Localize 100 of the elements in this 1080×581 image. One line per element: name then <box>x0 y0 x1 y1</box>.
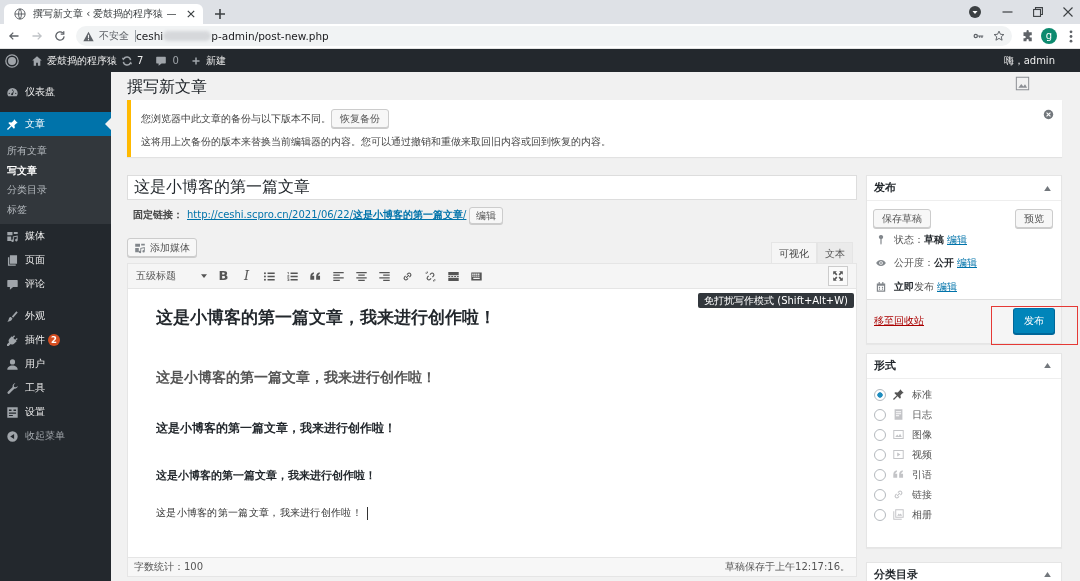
fullscreen-button[interactable] <box>828 266 848 286</box>
quote-marks-icon[interactable] <box>309 269 322 283</box>
submenu-item[interactable]: 标签 <box>0 199 111 219</box>
menu-item[interactable]: 文章 <box>0 112 111 136</box>
radio-button[interactable] <box>874 408 886 421</box>
radio-button[interactable] <box>874 448 886 461</box>
calendar-icon <box>875 280 887 293</box>
editor-tab[interactable]: 可视化 <box>771 242 817 263</box>
submenu-item[interactable]: 写文章 <box>0 160 111 180</box>
redaction-blur <box>163 31 212 41</box>
align-left-icon[interactable] <box>332 269 345 283</box>
publish-setting: 状态：草稿 <box>894 232 944 247</box>
preview-button[interactable]: 预览 <box>1015 209 1053 228</box>
editor-heading: 这是小博客的第一篇文章，我来进行创作啦！ <box>156 307 496 329</box>
speech-bubble-icon[interactable] <box>155 54 168 67</box>
star-icon[interactable] <box>993 30 1005 42</box>
collapse-menu-button[interactable]: 收起菜单 <box>0 424 111 448</box>
pin-icon <box>6 117 19 131</box>
editor-tab[interactable]: 文本 <box>817 242 853 263</box>
collapse-arrow-icon <box>6 429 19 443</box>
profile-avatar[interactable]: g <box>1041 28 1057 44</box>
edit-link[interactable]: 编辑 <box>947 232 967 247</box>
paintbrush-icon <box>6 309 19 323</box>
gauge-icon <box>6 85 19 99</box>
dropdown-icon[interactable] <box>969 6 981 18</box>
new-tab-icon[interactable] <box>214 9 225 19</box>
person-icon <box>6 357 19 371</box>
restore-icon[interactable] <box>1033 7 1043 17</box>
security-label: 不安全 <box>99 30 136 42</box>
menu-item[interactable]: 评论 <box>0 272 111 296</box>
link-icon <box>892 488 905 501</box>
radio-button[interactable] <box>874 388 886 401</box>
menu-item[interactable]: 插件 2 <box>0 328 111 352</box>
wrench-icon <box>6 381 19 395</box>
new-content-link[interactable]: 新建 <box>205 53 226 68</box>
submenu-item[interactable]: 所有文章 <box>0 141 111 161</box>
align-right-icon[interactable] <box>378 269 391 283</box>
menu-item[interactable]: 设置 <box>0 400 111 424</box>
radio-button[interactable] <box>874 428 886 441</box>
plug-icon <box>6 333 19 347</box>
browser-tab[interactable]: 撰写新文章 ‹ 爱鼓捣的程序猿 — <box>4 4 203 24</box>
reload-icon[interactable] <box>54 30 66 42</box>
radio-button[interactable] <box>874 468 886 481</box>
align-center-icon[interactable] <box>355 269 368 283</box>
menu-item[interactable]: 页面 <box>0 248 111 272</box>
format-select[interactable]: 五级标题 <box>133 267 210 285</box>
bullet-list-icon[interactable] <box>263 269 276 283</box>
image-icon <box>892 428 905 441</box>
format-option-label: 相册 <box>912 507 932 522</box>
gallery-icon <box>892 508 905 521</box>
radio-button[interactable] <box>874 508 886 521</box>
menu-item[interactable]: 媒体 <box>0 224 111 248</box>
editor-heading: 这是小博客的第一篇文章，我来进行创作啦！ <box>156 368 436 387</box>
refresh-arrows-icon[interactable] <box>121 54 133 67</box>
site-name-link[interactable]: 爱鼓捣的程序猿 <box>47 53 117 68</box>
radio-button[interactable] <box>874 488 886 501</box>
permalink-link[interactable]: http://ceshi.scpro.cn/2021/06/22/这是小博客的第一篇文章/ <box>187 208 467 222</box>
speech-bubble-icon <box>6 277 19 291</box>
edit-link[interactable]: 编辑 <box>957 256 977 271</box>
puzzle-icon[interactable] <box>1022 30 1034 42</box>
save-draft-button[interactable]: 保存草稿 <box>873 209 931 228</box>
panel-title: 发布 <box>874 181 896 195</box>
edit-link[interactable]: 编辑 <box>937 279 957 294</box>
trash-link[interactable]: 移至回收站 <box>874 313 924 328</box>
add-media-button[interactable]: 添加媒体 <box>127 238 197 257</box>
title-field[interactable]: 这是小博客的第一篇文章 <box>127 175 857 200</box>
toggle-arrow-icon[interactable] <box>1044 363 1051 368</box>
toggle-arrow-icon[interactable] <box>1044 185 1051 191</box>
submenu-item[interactable]: 分类目录 <box>0 180 111 200</box>
menu-item[interactable]: 外观 <box>0 304 111 328</box>
bold-button[interactable]: B <box>213 266 234 286</box>
italic-button[interactable]: I <box>236 266 257 286</box>
numbered-list-icon[interactable] <box>286 269 299 283</box>
close-tab-icon[interactable] <box>186 10 195 18</box>
back-arrow-icon[interactable] <box>8 30 20 42</box>
close-icon[interactable] <box>1043 109 1054 120</box>
edit-permalink-button[interactable]: 编辑 <box>469 206 504 224</box>
restore-backup-button[interactable]: 恢复备份 <box>331 109 389 128</box>
editor-heading: 这是小博客的第一篇文章，我来进行创作啦！ <box>156 468 376 483</box>
menu-item[interactable]: 用户 <box>0 352 111 376</box>
editor-heading: 这是小博客的第一篇文章，我来进行创作啦！ <box>156 420 396 437</box>
page-title: 撰写新文章 <box>127 76 207 98</box>
close-window-icon[interactable] <box>1063 7 1073 17</box>
format-option-label: 日志 <box>912 407 932 422</box>
publish-setting: 立即发布 <box>894 279 934 294</box>
broken-image-icon <box>1015 76 1030 91</box>
address-field[interactable]: 不安全 ceshi p-admin/post-new.php <box>76 26 1012 46</box>
panel-title: 分类目录 <box>874 567 918 581</box>
unlink-icon[interactable] <box>424 269 437 283</box>
notice-message: 您浏览器中此文章的备份与以下版本不同。 <box>141 111 331 126</box>
logo-icon[interactable] <box>4 52 20 69</box>
menu-item[interactable]: 仪表盘 <box>0 80 111 104</box>
split-bars-icon[interactable] <box>447 269 460 283</box>
menu-icon[interactable] <box>1069 29 1073 43</box>
toggle-arrow-icon[interactable] <box>1044 572 1051 577</box>
menu-item[interactable]: 工具 <box>0 376 111 400</box>
greeting-link[interactable]: 嗨，admin <box>1003 53 1055 68</box>
publish-button[interactable]: 发布 <box>1013 307 1055 334</box>
document-icon <box>892 408 905 421</box>
count-badge: 2 <box>48 334 60 346</box>
